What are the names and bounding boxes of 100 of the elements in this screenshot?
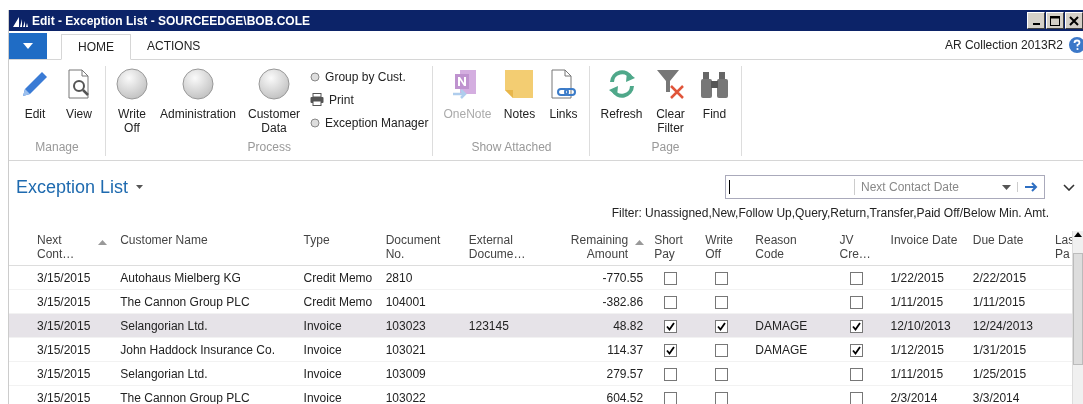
- table-cell: 103021: [385, 342, 426, 357]
- checkbox[interactable]: [849, 319, 863, 333]
- table-cell: The Cannon Group PLC: [120, 294, 250, 309]
- checkbox[interactable]: [664, 343, 678, 357]
- ribbon-tab[interactable]: ACTIONS: [131, 34, 217, 58]
- table-row[interactable]: 3/15/2015 The Cannon Group PLC Credit Memo 104001 -382.86 1/11/2015 1/11/2015: [9, 289, 1073, 314]
- checkbox[interactable]: [715, 319, 729, 333]
- table-cell: Credit Memo: [303, 270, 373, 285]
- table-cell: Credit Memo: [303, 294, 373, 309]
- scrollbar[interactable]: [1072, 231, 1083, 404]
- sticky-note-icon: [503, 68, 536, 100]
- column-header[interactable]: Type: [303, 233, 380, 247]
- table-cell: -770.55: [602, 270, 644, 285]
- checkbox[interactable]: [715, 367, 729, 381]
- checkbox[interactable]: [715, 295, 729, 309]
- ribbon-button[interactable]: Links: [541, 66, 586, 123]
- ribbon-button[interactable]: Clear Filter: [648, 66, 693, 137]
- ribbon-button[interactable]: Edit: [13, 66, 57, 123]
- table-cell: 279.57: [606, 366, 644, 381]
- checkbox[interactable]: [849, 391, 863, 404]
- column-header[interactable]: Invoice Date: [890, 233, 967, 247]
- help-icon[interactable]: [1069, 37, 1083, 53]
- circle-icon: [116, 68, 148, 100]
- check-icon: [666, 345, 676, 355]
- checkbox[interactable]: [664, 319, 678, 333]
- checkbox[interactable]: [715, 271, 729, 285]
- table-cell: 123145: [468, 318, 509, 333]
- ribbon-button[interactable]: Customer Data: [242, 66, 307, 137]
- column-header[interactable]: Reason Code: [755, 233, 833, 261]
- column-header[interactable]: Write Off: [705, 233, 750, 261]
- column-header[interactable]: Remaining Amount: [551, 233, 629, 261]
- table-cell: 2/3/2014: [890, 390, 938, 404]
- application-menu-button[interactable]: [9, 33, 47, 59]
- checkbox[interactable]: [715, 391, 729, 404]
- minimize-icon: [1032, 22, 1040, 25]
- page-title[interactable]: Exception List: [16, 176, 129, 198]
- table-cell: 2/22/2015: [972, 270, 1027, 285]
- checkbox[interactable]: [849, 343, 863, 357]
- checkbox[interactable]: [664, 367, 678, 381]
- checkbox[interactable]: [849, 367, 863, 381]
- column-header[interactable]: Due Date: [972, 233, 1049, 247]
- table-row[interactable]: 3/15/2015 Selangorian Ltd. Invoice 103023 123145 48.82 DAMAGE 12/10/2013 12/24/2013: [9, 313, 1073, 338]
- caret-icon: [23, 43, 33, 49]
- table-cell: 1/11/2015: [890, 294, 944, 309]
- column-header[interactable]: Next Cont…: [37, 233, 115, 261]
- filter-clear-icon: [654, 68, 687, 100]
- table-cell: John Haddock Insurance Co.: [120, 342, 275, 357]
- checkbox[interactable]: [664, 271, 678, 285]
- column-header[interactable]: External Docume…: [468, 233, 545, 261]
- maximize-button[interactable]: [1046, 12, 1064, 29]
- checkbox[interactable]: [715, 343, 729, 357]
- close-icon: [1067, 14, 1081, 27]
- ribbon-button[interactable]: Group by Cust.: [310, 69, 429, 84]
- column-header[interactable]: Short Pay: [654, 233, 699, 261]
- ribbon-button[interactable]: Refresh: [594, 66, 649, 123]
- table-cell: -382.86: [602, 294, 644, 309]
- search-field-dropdown[interactable]: Next Contact Date: [861, 180, 1002, 194]
- scroll-up-icon[interactable]: [1074, 232, 1082, 237]
- table-cell: Selangorian Ltd.: [120, 318, 208, 333]
- circle-icon: [182, 68, 214, 100]
- ribbon-button[interactable]: Write Off: [110, 66, 154, 137]
- table-row[interactable]: 3/15/2015 Autohaus Mielberg KG Credit Memo 2810 -770.55 1/22/2015 2/22/2015: [9, 265, 1073, 290]
- table-cell: 103009: [385, 366, 426, 381]
- search-box[interactable]: Next Contact Date: [725, 175, 1045, 199]
- group-label: Page: [650, 140, 681, 156]
- chevron-down-icon[interactable]: [1063, 183, 1075, 191]
- minimize-button[interactable]: [1027, 12, 1045, 29]
- maximize-icon: [1048, 14, 1062, 27]
- table-row[interactable]: 3/15/2015 The Cannon Group PLC Invoice 103022 604.52 2/3/2014 3/3/2014: [9, 385, 1073, 404]
- table-row[interactable]: 3/15/2015 John Haddock Insurance Co. Invoice 103021 114.37 DAMAGE 1/12/2015 1/31/2015: [9, 337, 1073, 362]
- close-button[interactable]: [1065, 12, 1083, 29]
- column-header[interactable]: JV Cre…: [839, 233, 885, 261]
- table-cell: 12/24/2013: [972, 318, 1033, 333]
- caret-icon[interactable]: [1002, 184, 1011, 190]
- ribbon-button[interactable]: Find: [692, 66, 737, 123]
- ribbon-button[interactable]: Exception Manager: [310, 115, 429, 130]
- table-cell: 103022: [385, 390, 426, 404]
- checkbox[interactable]: [664, 391, 678, 404]
- check-icon: [851, 345, 861, 355]
- column-header[interactable]: Customer Name: [120, 233, 298, 247]
- checkbox[interactable]: [849, 295, 863, 309]
- table-row[interactable]: 3/15/2015 Selangorian Ltd. Invoice 103009 279.57 1/11/2015 1/25/2015: [9, 361, 1073, 386]
- group-label: Manage: [34, 140, 80, 156]
- table-cell: 1/11/2015: [890, 366, 944, 381]
- ribbon-tab[interactable]: HOME: [61, 34, 131, 60]
- filter-text: Filter: Unassigned,New,Follow Up,Query,Return,Transfer,Paid Off/Below Min. Amt.: [611, 206, 1049, 220]
- table-cell: 2810: [385, 270, 413, 285]
- table-cell: 1/12/2015: [890, 342, 944, 357]
- table-cell: 1/22/2015: [890, 270, 944, 285]
- checkbox[interactable]: [849, 271, 863, 285]
- ribbon-button[interactable]: Notes: [497, 66, 542, 123]
- column-header[interactable]: Document No.: [385, 233, 463, 261]
- ribbon-button[interactable]: Administration: [154, 66, 243, 123]
- checkbox[interactable]: [664, 295, 678, 309]
- ribbon-button[interactable]: Print: [310, 92, 429, 107]
- table-cell: 604.52: [606, 390, 644, 404]
- table-cell: 3/15/2015: [37, 270, 91, 285]
- caret-icon[interactable]: [136, 185, 144, 189]
- circle-icon: [258, 68, 291, 100]
- ribbon-button[interactable]: View: [57, 66, 101, 123]
